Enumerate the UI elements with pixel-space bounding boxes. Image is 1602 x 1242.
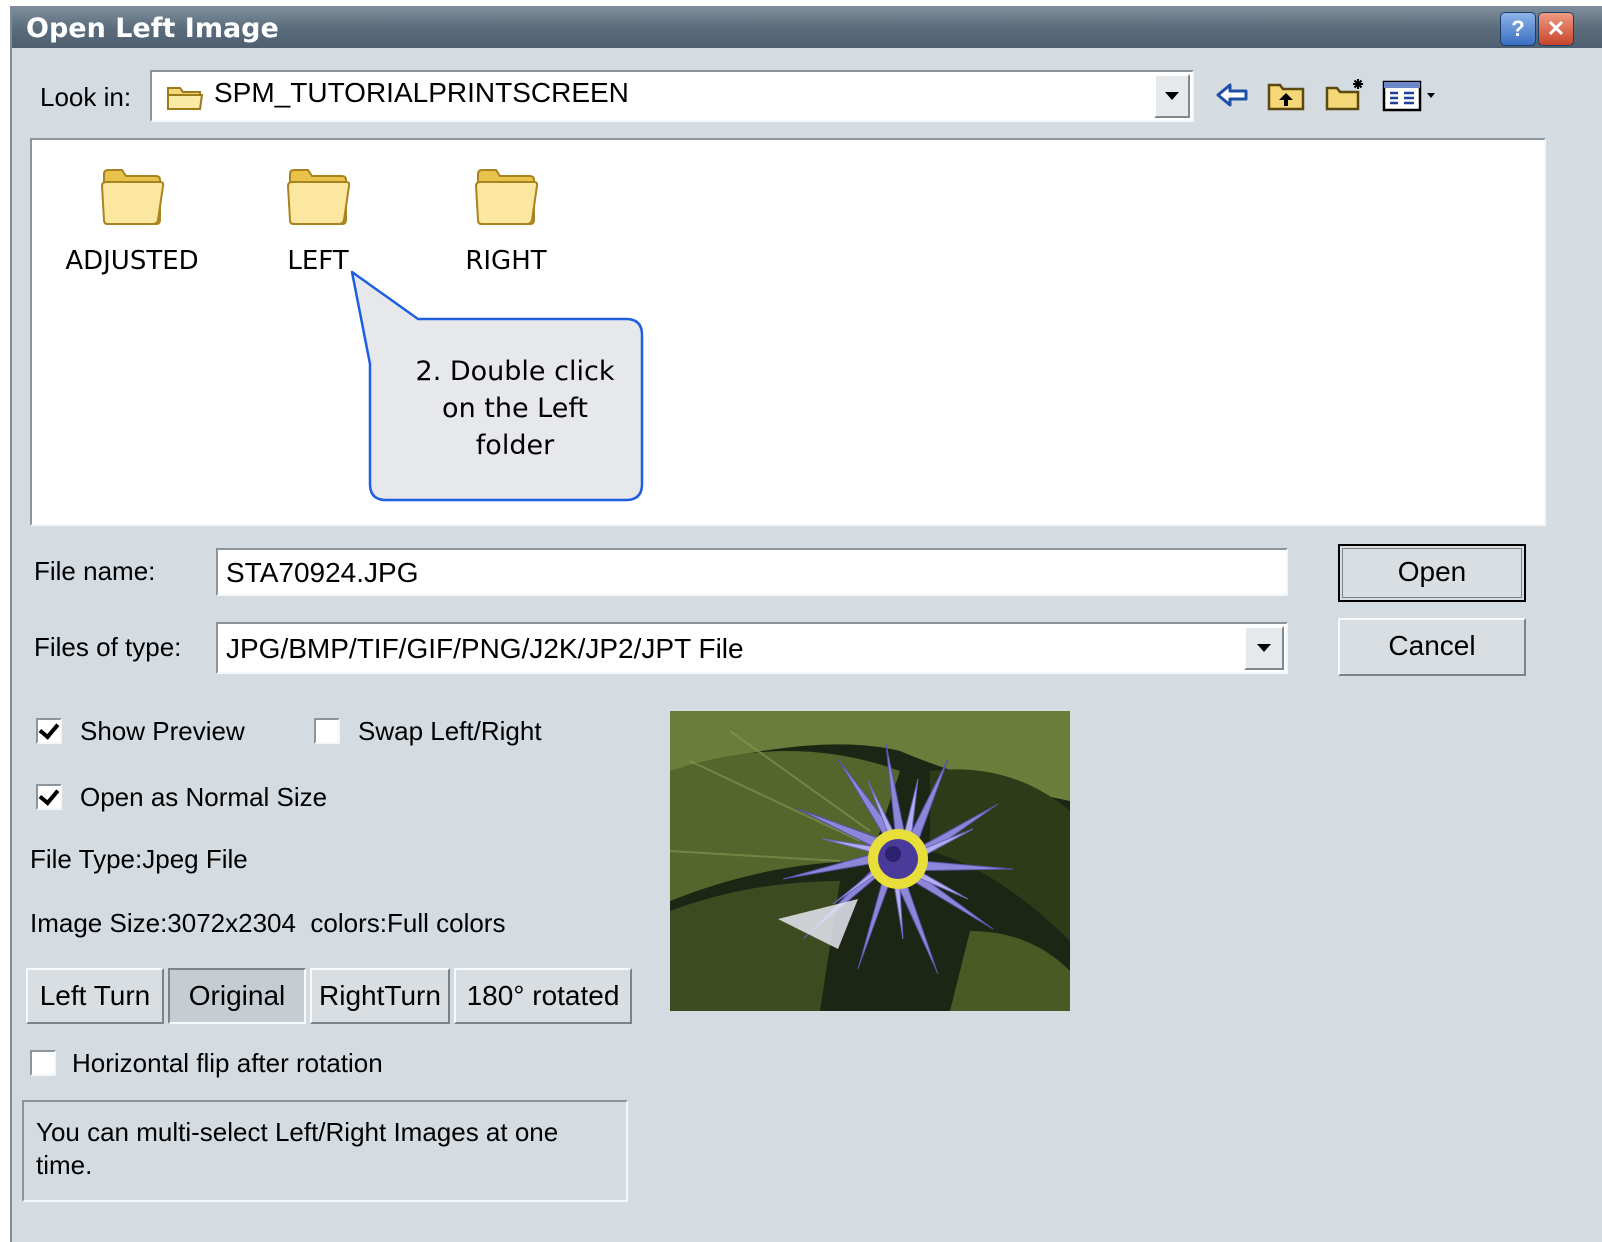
- new-folder-icon[interactable]: [1324, 76, 1368, 112]
- callout-line: 2. Double click: [415, 356, 615, 387]
- open-normal-size-label: Open as Normal Size: [80, 782, 328, 812]
- swap-left-right-label: Swap Left/Right: [358, 716, 542, 746]
- file-type-value: JPG/BMP/TIF/GIF/PNG/J2K/JP2/JPT File: [226, 633, 744, 664]
- close-icon[interactable]: ✕: [1538, 12, 1574, 46]
- back-arrow-icon[interactable]: [1214, 80, 1250, 110]
- folder-icon: [167, 87, 204, 110]
- rotated-180-button[interactable]: 180° rotated: [454, 968, 632, 1024]
- file-name-label: File name:: [34, 556, 156, 586]
- image-size-info: Image Size:3072x2304 colors:Full colors: [30, 908, 506, 938]
- callout-line: folder: [475, 430, 555, 461]
- file-type-info: File Type:Jpeg File: [30, 844, 248, 874]
- file-type-label: Files of type:: [34, 632, 182, 662]
- folder-left[interactable]: LEFT: [238, 166, 398, 276]
- left-turn-button[interactable]: Left Turn: [26, 968, 164, 1024]
- image-preview: [670, 711, 1070, 1011]
- folder-icon: [474, 169, 539, 225]
- show-preview-label: Show Preview: [80, 716, 245, 746]
- file-type-dropdown[interactable]: JPG/BMP/TIF/GIF/PNG/J2K/JP2/JPT File: [216, 622, 1288, 674]
- folder-icon: [100, 169, 165, 225]
- checkmark-icon: [38, 784, 60, 806]
- folder-right[interactable]: RIGHT: [426, 166, 586, 276]
- horizontal-flip-label: Horizontal flip after rotation: [72, 1048, 383, 1078]
- open-left-image-dialog: Open Left Image ? ✕ Look in: SPM_TUTORIA…: [10, 6, 1602, 1242]
- view-menu-icon[interactable]: [1382, 80, 1444, 112]
- show-preview-checkbox[interactable]: [36, 718, 62, 744]
- checkmark-icon: [38, 718, 60, 740]
- file-type-dropdown-button[interactable]: [1244, 626, 1284, 670]
- file-list-pane[interactable]: ADJUSTED LEFT RIGHT: [30, 138, 1546, 526]
- cancel-button[interactable]: Cancel: [1338, 618, 1526, 676]
- look-in-value: SPM_TUTORIALPRINTSCREEN: [214, 77, 629, 108]
- up-folder-icon[interactable]: [1266, 80, 1306, 112]
- right-turn-button[interactable]: RightTurn: [310, 968, 450, 1024]
- file-name-input[interactable]: STA70924.JPG: [216, 548, 1288, 596]
- folder-label: ADJUSTED: [65, 246, 199, 276]
- file-name-value: STA70924.JPG: [226, 557, 419, 588]
- window-title: Open Left Image: [26, 13, 279, 44]
- title-bar: Open Left Image ? ✕: [12, 6, 1602, 48]
- original-button[interactable]: Original: [168, 968, 306, 1024]
- horizontal-flip-checkbox[interactable]: [30, 1050, 56, 1076]
- look-in-dropdown[interactable]: SPM_TUTORIALPRINTSCREEN: [150, 70, 1194, 122]
- folder-icon: [286, 169, 351, 225]
- callout-line: on the Left: [442, 393, 588, 424]
- swap-left-right-checkbox[interactable]: [314, 718, 340, 744]
- open-button[interactable]: Open: [1338, 544, 1526, 602]
- look-in-dropdown-button[interactable]: [1154, 74, 1190, 118]
- multi-select-note: You can multi-select Left/Right Images a…: [22, 1100, 628, 1202]
- look-in-label: Look in:: [40, 82, 132, 112]
- folder-adjusted[interactable]: ADJUSTED: [52, 166, 212, 276]
- callout-text: 2. Double click on the Left folder: [380, 320, 650, 502]
- help-icon[interactable]: ?: [1500, 12, 1536, 46]
- open-normal-size-checkbox[interactable]: [36, 784, 62, 810]
- water-lily-photo: [670, 711, 1070, 1011]
